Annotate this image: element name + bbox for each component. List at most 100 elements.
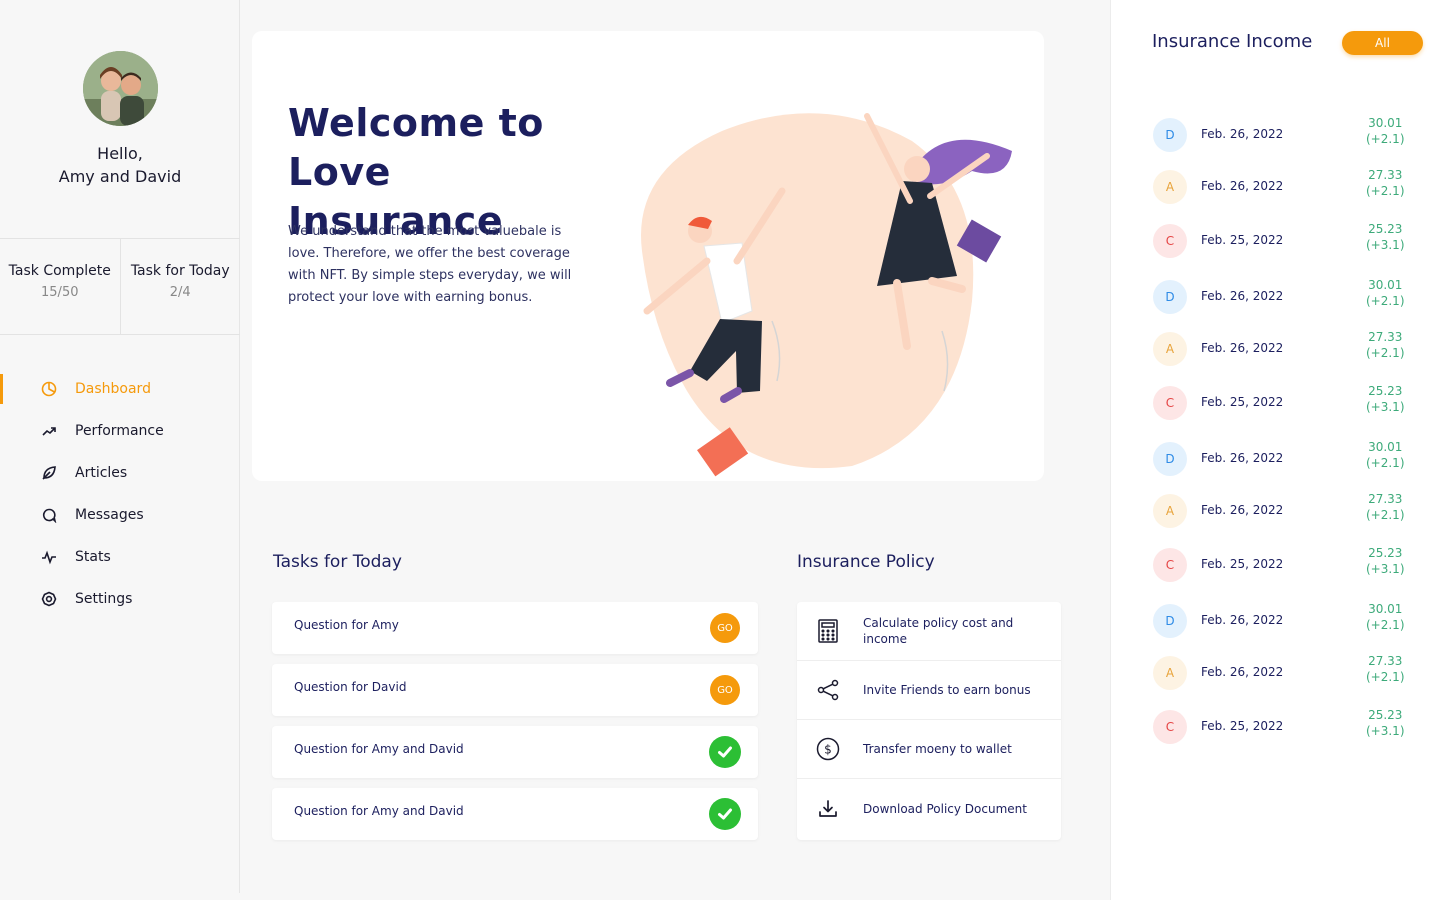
chat-bubble-icon — [40, 506, 58, 524]
sidebar-item-messages[interactable]: Messages — [0, 494, 240, 536]
income-change: (+3.1) — [1366, 562, 1405, 576]
task-label: Question for Amy and David — [294, 742, 464, 756]
income-row[interactable]: D Feb. 26, 2022 30.01 (+2.1) — [1153, 439, 1405, 482]
avatar[interactable] — [83, 51, 158, 126]
hero-description: We understand that the most valuebale is… — [288, 224, 572, 305]
policy-item-label: Calculate policy cost and income — [863, 616, 1014, 646]
task-card[interactable]: Question for Amy and David — [272, 788, 758, 840]
download-icon — [816, 797, 840, 821]
stat-task-today: Task for Today 2/4 — [119, 239, 241, 334]
sidebar-item-label: Messages — [75, 507, 144, 523]
policy-item-calculate[interactable]: Calculate policy cost and income — [797, 602, 1061, 661]
policy-item-invite[interactable]: Invite Friends to earn bonus — [797, 661, 1061, 720]
gear-icon — [40, 590, 58, 608]
income-value: 27.33 (+2.1) — [1366, 167, 1405, 199]
calculator-icon — [816, 619, 840, 643]
policy-item-label: Transfer moeny to wallet — [863, 742, 1012, 756]
tasks-title: Tasks for Today — [273, 552, 402, 572]
greeting: Hello, Amy and David — [0, 142, 240, 188]
income-title: Insurance Income — [1152, 31, 1313, 52]
income-amount: 25.23 — [1368, 222, 1403, 236]
task-card[interactable]: Question for Amy GO — [272, 602, 758, 654]
sidebar: Hello, Amy and David Task Complete 15/50… — [0, 0, 240, 893]
filter-all-button[interactable]: All — [1342, 31, 1423, 55]
sidebar-item-performance[interactable]: Performance — [0, 410, 240, 452]
income-badge: A — [1153, 170, 1187, 204]
pulse-icon — [40, 548, 58, 566]
sidebar-item-label: Stats — [75, 549, 111, 565]
income-date: Feb. 26, 2022 — [1201, 289, 1284, 303]
sidebar-item-articles[interactable]: Articles — [0, 452, 240, 494]
income-change: (+3.1) — [1366, 400, 1405, 414]
dollar-circle-icon: $ — [816, 737, 840, 761]
income-value: 30.01 (+2.1) — [1366, 601, 1405, 633]
income-badge: D — [1153, 280, 1187, 314]
sidebar-item-label: Settings — [75, 591, 133, 607]
income-badge: C — [1153, 710, 1187, 744]
income-change: (+2.1) — [1366, 294, 1405, 308]
income-value: 30.01 (+2.1) — [1366, 115, 1405, 147]
share-icon — [816, 678, 840, 702]
income-row[interactable]: D Feb. 26, 2022 30.01 (+2.1) — [1153, 601, 1405, 644]
sidebar-item-dashboard[interactable]: Dashboard — [0, 368, 240, 410]
task-card[interactable]: Question for David GO — [272, 664, 758, 716]
income-change: (+2.1) — [1366, 184, 1405, 198]
hero-title-line-1: Welcome to — [288, 101, 544, 145]
income-amount: 30.01 — [1368, 116, 1403, 130]
welcome-card: Welcome to Love Insurance We understand … — [252, 31, 1044, 481]
income-change: (+2.1) — [1366, 456, 1405, 470]
income-value: 27.33 (+2.1) — [1366, 491, 1405, 523]
income-row[interactable]: C Feb. 25, 2022 25.23 (+3.1) — [1153, 222, 1405, 264]
sidebar-item-settings[interactable]: Settings — [0, 578, 240, 620]
policy-item-transfer[interactable]: $ Transfer moeny to wallet — [797, 720, 1061, 779]
policy-list: Calculate policy cost and income Invite … — [797, 602, 1061, 840]
policy-item-label: Invite Friends to earn bonus — [863, 683, 1031, 697]
income-row[interactable]: C Feb. 25, 2022 25.23 (+3.1) — [1153, 546, 1405, 588]
income-row[interactable]: D Feb. 26, 2022 30.01 (+2.1) — [1153, 115, 1405, 158]
income-row[interactable]: A Feb. 26, 2022 27.33 (+2.1) — [1153, 167, 1405, 210]
sidebar-item-stats[interactable]: Stats — [0, 536, 240, 578]
sidebar-nav: Dashboard Performance Articles Messages … — [0, 368, 240, 620]
policy-title: Insurance Policy — [797, 552, 935, 572]
pie-chart-icon — [40, 380, 58, 398]
check-circle-icon — [709, 798, 741, 830]
income-row[interactable]: A Feb. 26, 2022 27.33 (+2.1) — [1153, 654, 1405, 696]
go-button[interactable]: GO — [710, 675, 740, 705]
income-badge: A — [1153, 332, 1187, 366]
income-date: Feb. 25, 2022 — [1201, 395, 1284, 409]
income-badge: D — [1153, 442, 1187, 476]
income-row[interactable]: A Feb. 26, 2022 27.33 (+2.1) — [1153, 329, 1405, 372]
income-change: (+2.1) — [1366, 618, 1405, 632]
income-row[interactable]: D Feb. 26, 2022 30.01 (+2.1) — [1153, 278, 1405, 320]
income-badge: D — [1153, 118, 1187, 152]
income-row[interactable]: C Feb. 25, 2022 25.23 (+3.1) — [1153, 384, 1405, 426]
income-amount: 25.23 — [1368, 384, 1403, 398]
income-date: Feb. 26, 2022 — [1201, 665, 1284, 679]
stat-value: 2/4 — [169, 285, 191, 300]
policy-item-download[interactable]: Download Policy Document — [797, 779, 1061, 838]
check-circle-icon — [709, 736, 741, 768]
income-row[interactable]: C Feb. 25, 2022 25.23 (+3.1) — [1153, 707, 1405, 750]
income-amount: 30.01 — [1368, 602, 1403, 616]
income-date: Feb. 26, 2022 — [1201, 613, 1284, 627]
income-value: 27.33 (+2.1) — [1366, 329, 1405, 361]
income-date: Feb. 26, 2022 — [1201, 127, 1284, 141]
income-panel: Insurance Income All D Feb. 26, 2022 30.01… — [1110, 0, 1440, 900]
greeting-names: Amy and David — [58, 167, 182, 186]
income-date: Feb. 26, 2022 — [1201, 341, 1284, 355]
sidebar-item-label: Dashboard — [75, 381, 151, 397]
income-change: (+2.1) — [1366, 670, 1405, 684]
income-row[interactable]: A Feb. 26, 2022 27.33 (+2.1) — [1153, 491, 1405, 534]
stats-panel: Task Complete 15/50 Task for Today 2/4 — [0, 238, 240, 335]
income-date: Feb. 25, 2022 — [1201, 719, 1284, 733]
income-badge: A — [1153, 494, 1187, 528]
income-value: 30.01 (+2.1) — [1366, 439, 1405, 471]
income-value: 25.23 (+3.1) — [1366, 707, 1405, 739]
income-date: Feb. 25, 2022 — [1201, 233, 1284, 247]
income-badge: A — [1153, 656, 1187, 690]
task-card[interactable]: Question for Amy and David — [272, 726, 758, 778]
policy-item-label: Download Policy Document — [863, 801, 1027, 816]
go-button[interactable]: GO — [710, 613, 740, 643]
income-amount: 27.33 — [1368, 330, 1403, 344]
stat-title: Task for Today — [130, 263, 230, 279]
